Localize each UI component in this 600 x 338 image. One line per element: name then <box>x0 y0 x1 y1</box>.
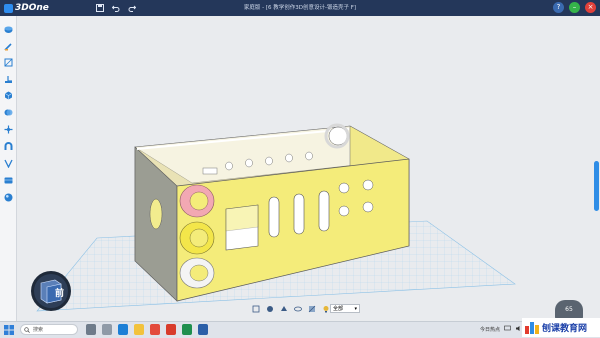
chevron-down-icon: ▾ <box>354 306 357 312</box>
white-ring[interactable] <box>179 257 215 289</box>
left-toolbar <box>0 16 17 321</box>
right-panel-handle[interactable] <box>594 161 599 211</box>
draw-icon[interactable] <box>3 41 13 51</box>
basic-edit-icon[interactable] <box>3 90 13 100</box>
taskbar-search-input[interactable]: 搜索 <box>20 324 78 335</box>
3done-icon[interactable] <box>198 324 208 335</box>
close-icon[interactable]: × <box>585 2 596 13</box>
widget-icon[interactable] <box>86 324 96 335</box>
view-cube-front-label: 前 <box>55 289 65 299</box>
3d-viewport[interactable] <box>17 16 600 321</box>
square-window <box>225 204 259 251</box>
section-icon[interactable] <box>308 305 316 313</box>
windows-start-icon[interactable] <box>4 325 14 335</box>
help-icon[interactable]: ? <box>553 2 564 13</box>
wps-icon[interactable] <box>166 324 176 335</box>
zoom-gauge[interactable]: 65 <box>555 300 583 320</box>
undo-icon[interactable] <box>110 2 121 13</box>
title-bar: 3DOne 家庭版 - [6 教学创作3D创意设计-锻造壳子 F] ? – × <box>0 0 600 16</box>
network-icon[interactable] <box>504 325 511 334</box>
combine-icon[interactable] <box>3 107 13 117</box>
logo-icon <box>4 3 13 13</box>
pink-ring[interactable] <box>179 184 215 218</box>
grid-icon[interactable] <box>3 74 13 84</box>
chrome-icon[interactable] <box>150 324 160 335</box>
view-top-icon[interactable] <box>280 305 288 313</box>
search-icon <box>24 327 30 337</box>
windows-taskbar: 搜索 今日热点 <box>0 321 600 338</box>
edge-icon[interactable] <box>118 324 128 335</box>
minimize-icon[interactable]: – <box>569 2 580 13</box>
app-logo: 3DOne <box>4 2 49 14</box>
light-icon[interactable] <box>322 305 330 313</box>
view-cube[interactable] <box>30 270 72 312</box>
excel-icon[interactable] <box>182 324 192 335</box>
weather-news-label[interactable]: 今日热点 <box>480 326 500 333</box>
site-watermark: 刨课教育网 <box>522 318 600 337</box>
system-tray: 今日热点 <box>480 324 522 335</box>
window-title: 家庭版 - [6 教学创作3D创意设计-锻造壳子 F] <box>243 5 357 11</box>
app-name: 3DOne <box>15 3 49 13</box>
special-function-icon[interactable] <box>3 57 13 67</box>
render-mode-icon[interactable] <box>266 305 274 313</box>
zoom-value: 65 <box>565 306 573 313</box>
folder-icon[interactable] <box>134 324 144 335</box>
save-icon[interactable] <box>94 2 105 13</box>
render-icon[interactable] <box>3 192 13 202</box>
watermark-logo-icon <box>525 321 539 334</box>
3d-scene[interactable] <box>17 16 600 321</box>
view-fit-icon[interactable] <box>252 305 260 313</box>
sketch-primitive-icon[interactable] <box>3 24 13 34</box>
watermark-text: 刨课教育网 <box>542 324 588 334</box>
view-filter-value: 全部 <box>333 306 344 312</box>
search-placeholder: 搜索 <box>33 327 44 333</box>
taskview-icon[interactable] <box>102 324 112 335</box>
view-orbit-icon[interactable] <box>294 305 302 313</box>
yellow-ring[interactable] <box>179 221 215 255</box>
view-toolbar <box>252 304 330 314</box>
distance-measure-icon[interactable] <box>3 158 13 168</box>
view-filter-select[interactable]: 全部 ▾ <box>330 304 360 313</box>
material-icon[interactable] <box>3 175 13 185</box>
magnet-icon[interactable] <box>3 141 13 151</box>
move-icon[interactable] <box>3 124 13 134</box>
sound-icon[interactable] <box>515 325 522 334</box>
redo-icon[interactable] <box>126 2 137 13</box>
